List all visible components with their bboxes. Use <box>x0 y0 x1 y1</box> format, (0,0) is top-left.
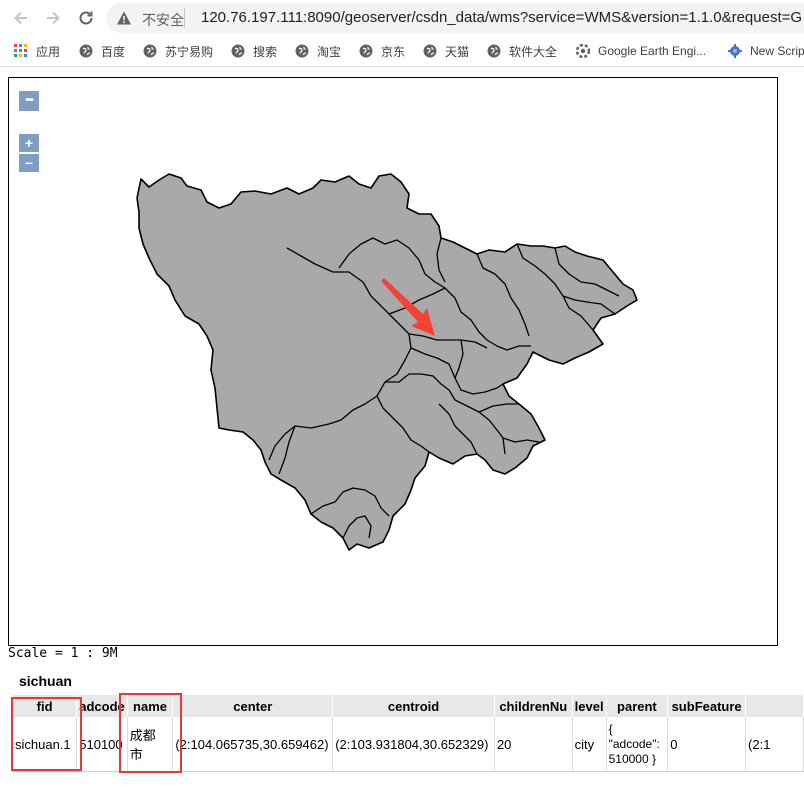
highlight-fid-box <box>11 697 82 771</box>
globe-icon <box>295 44 309 58</box>
layer-title: sichuan <box>19 673 72 689</box>
bookmark-tmall[interactable]: 天猫 <box>423 42 469 60</box>
cell-parent: { "adcode": 510000 } <box>606 717 669 772</box>
globe-icon <box>79 44 93 58</box>
column-header-children-num: childrenNu <box>494 695 573 717</box>
column-header-level: level <box>572 695 607 717</box>
reload-icon <box>79 11 93 25</box>
bookmark-taobao[interactable]: 淘宝 <box>295 42 341 60</box>
scale-text: Scale = 1 : 9M <box>8 646 118 661</box>
globe-icon <box>231 44 245 58</box>
bookmark-label: 百度 <box>101 44 126 59</box>
apps-grid-icon <box>14 44 27 57</box>
highlight-name-box <box>119 693 182 773</box>
script-icon <box>728 44 742 58</box>
url-text[interactable]: 120.76.197.111:8090/geoserver/csdn_data/… <box>201 9 802 26</box>
security-label[interactable]: 不安全 <box>142 10 184 30</box>
bookmark-baidu[interactable]: 百度 <box>79 42 125 60</box>
bookmark-label: Google Earth Engi... <box>598 44 707 58</box>
globe-icon <box>359 44 373 58</box>
bookmark-label: 京东 <box>381 44 406 59</box>
globe-icon <box>423 44 437 58</box>
browser-toolbar: 不安全 120.76.197.111:8090/geoserver/csdn_d… <box>0 0 804 36</box>
bookmark-label: 搜索 <box>253 44 278 59</box>
bookmark-software[interactable]: 软件大全 <box>487 42 557 60</box>
cell-center: (2:104.065735,30.659462) <box>172 717 334 772</box>
column-header-parent: parent <box>606 695 669 717</box>
reload-button[interactable] <box>75 7 97 29</box>
bookmarks-bar: 应用 百度 苏宁易购 搜索 淘宝 京东 天猫 软件大全 Google Earth… <box>0 36 804 67</box>
bookmark-label: 天猫 <box>445 44 470 59</box>
bookmark-label: 应用 <box>36 44 61 59</box>
cell-extra: (2:1 <box>745 717 804 772</box>
column-header-extra <box>745 695 804 717</box>
column-header-centroid: centroid <box>332 695 495 717</box>
cell-children-num: 20 <box>494 717 573 772</box>
address-bar[interactable]: 不安全 120.76.197.111:8090/geoserver/csdn_d… <box>106 3 804 33</box>
bookmark-label: New Scrip <box>750 44 804 58</box>
bookmark-label: 软件大全 <box>509 44 558 59</box>
column-header-center: center <box>172 695 334 717</box>
sichuan-map <box>136 173 638 551</box>
arrow-right-icon <box>47 11 60 25</box>
bookmark-suning[interactable]: 苏宁易购 <box>143 42 213 60</box>
bookmark-earth-engine[interactable]: Google Earth Engi... <box>576 42 706 60</box>
bookmark-new-script[interactable]: New Scrip <box>728 42 804 60</box>
map-viewer[interactable]: ••• + − <box>8 77 778 646</box>
bookmark-label: 淘宝 <box>317 44 342 59</box>
forward-button[interactable] <box>42 7 64 29</box>
url-divider <box>184 8 185 28</box>
bookmark-search[interactable]: 搜索 <box>231 42 277 60</box>
column-header-sub-feature: subFeature <box>667 695 747 717</box>
globe-icon <box>143 44 157 58</box>
cell-centroid: (2:103.931804,30.652329) <box>332 717 495 772</box>
arrow-left-icon <box>14 11 27 25</box>
back-button[interactable] <box>10 7 32 29</box>
bookmark-apps[interactable]: 应用 <box>14 42 60 60</box>
globe-icon <box>487 44 501 58</box>
warning-icon[interactable] <box>116 10 132 31</box>
bookmark-label: 苏宁易购 <box>165 44 214 59</box>
cell-level: city <box>572 717 607 772</box>
cell-sub-feature: 0 <box>667 717 747 772</box>
sichuan-province-outline <box>136 173 638 551</box>
bookmark-jd[interactable]: 京东 <box>359 42 405 60</box>
earth-engine-icon <box>576 44 590 58</box>
